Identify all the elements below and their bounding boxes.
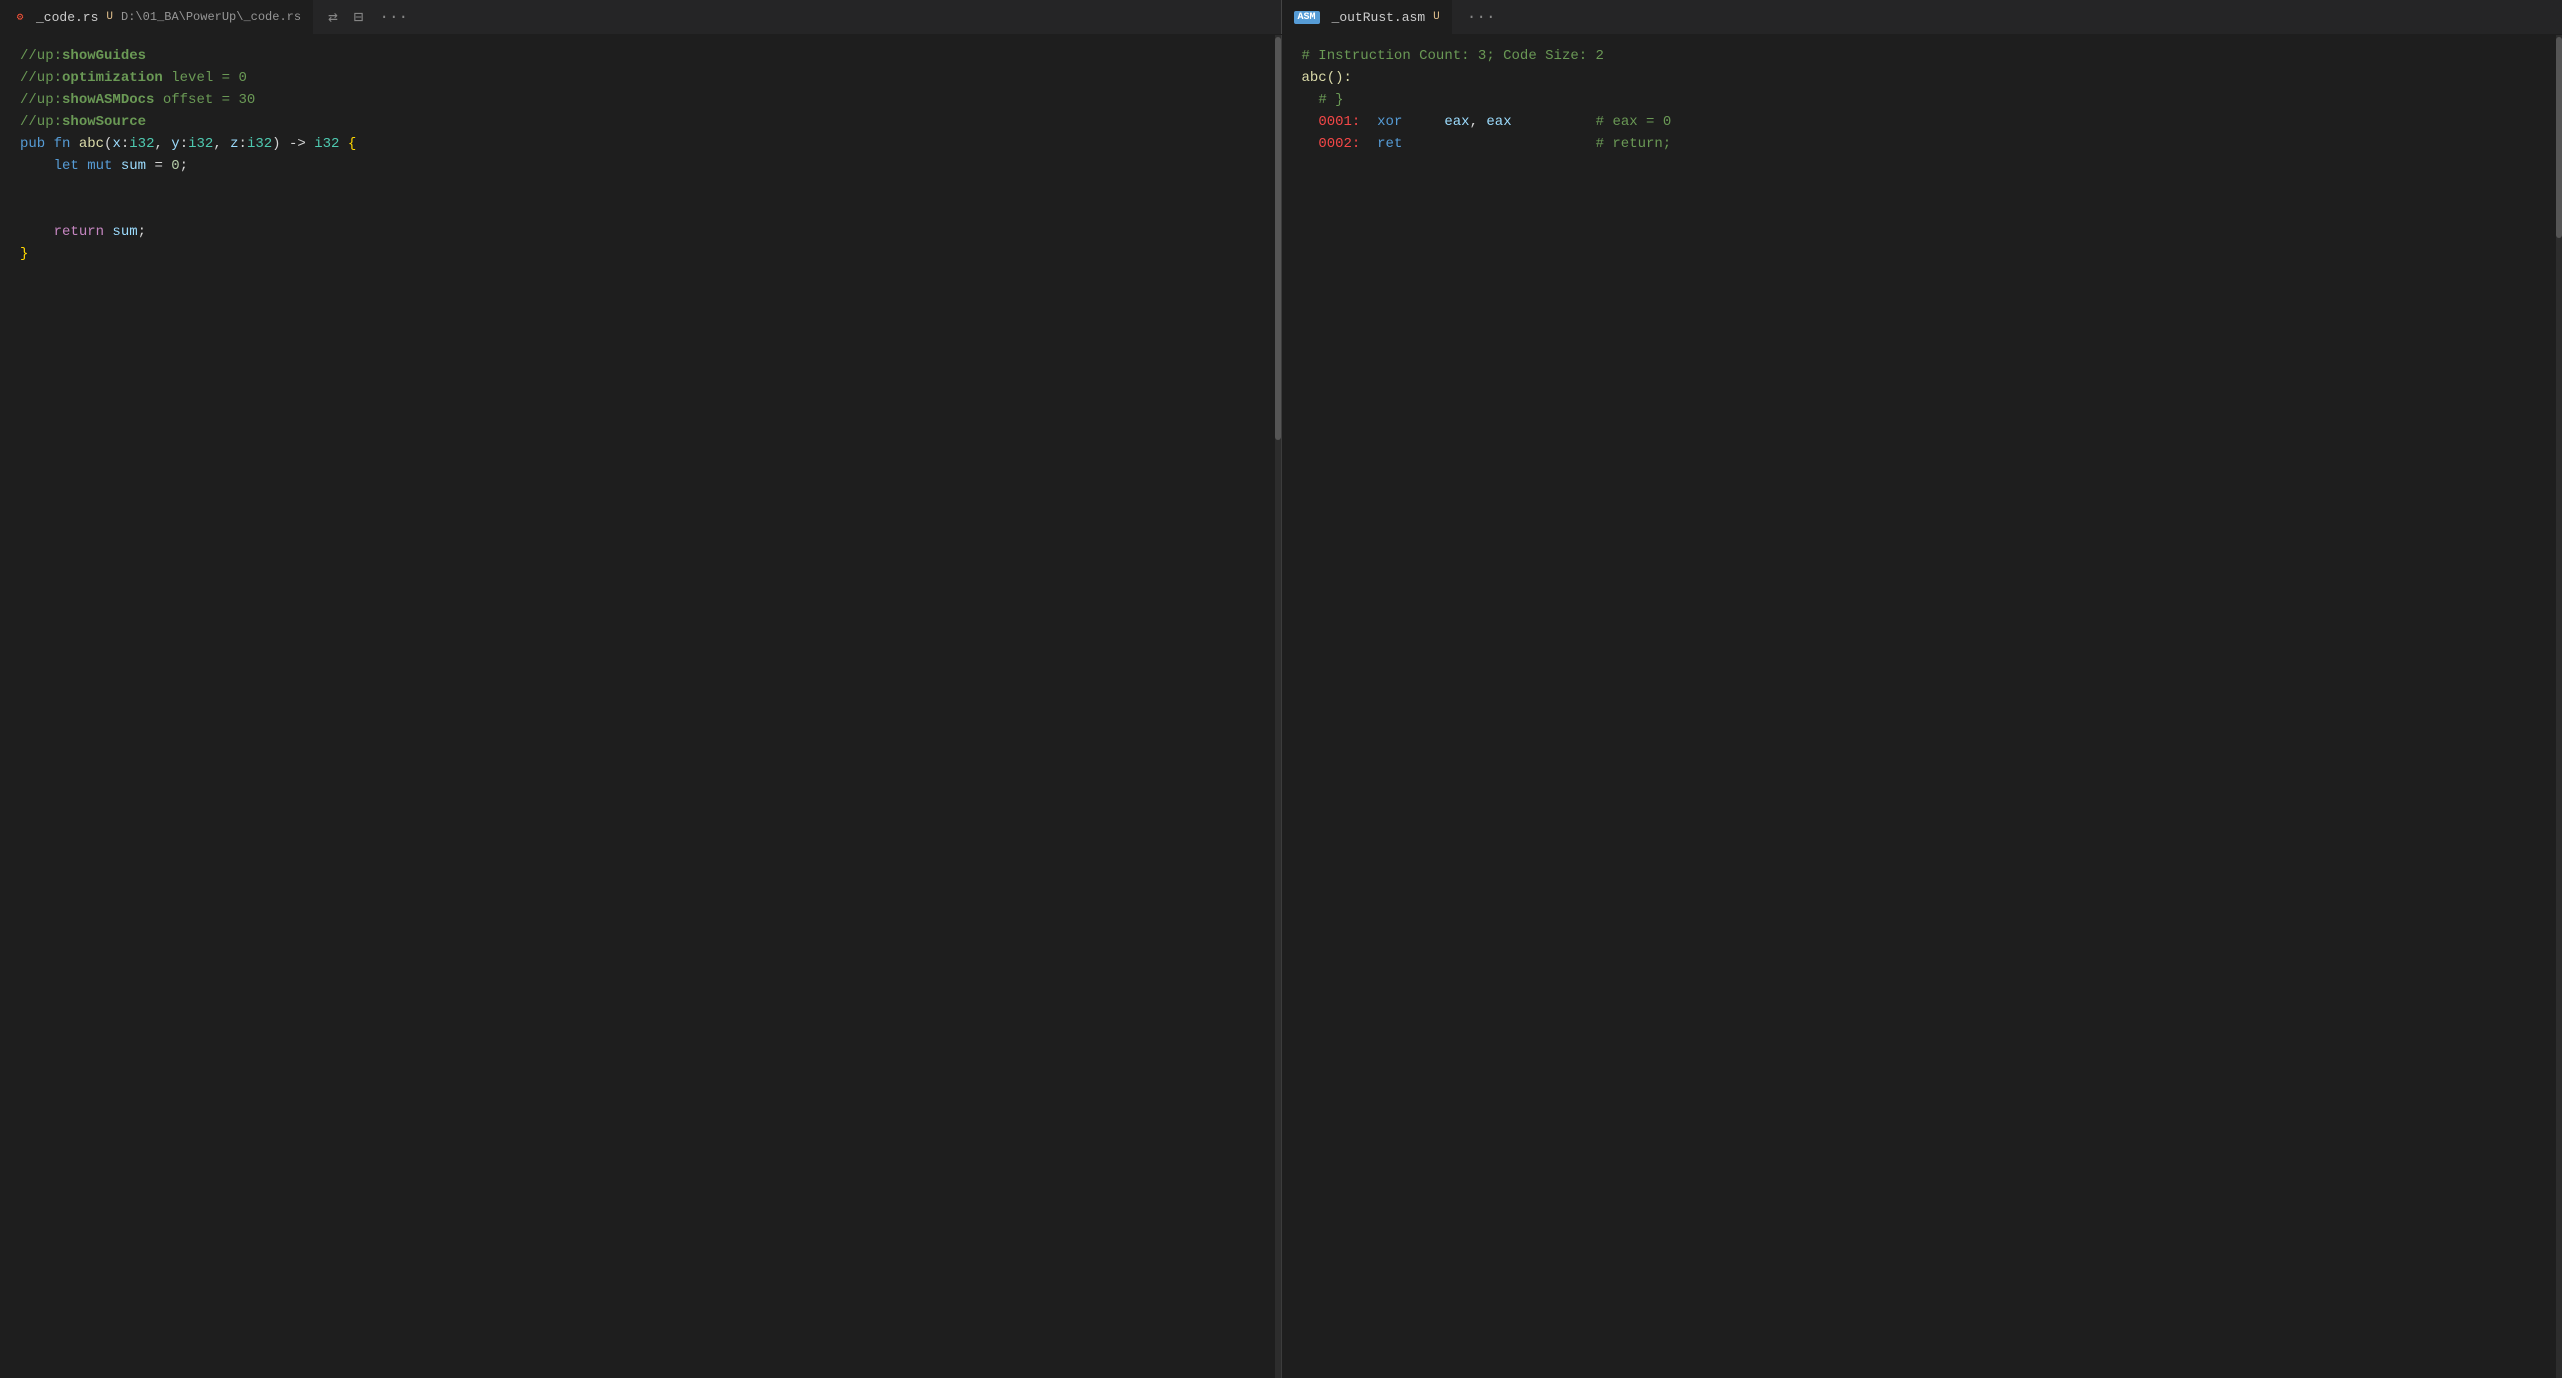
right-tab-filename: _outRust.asm — [1332, 10, 1426, 25]
code-line: pub fn abc(x:i32, y:i32, z:i32) -> i32 { — [0, 133, 1281, 155]
asm-token: # } — [1318, 89, 1343, 111]
asm-token — [1360, 133, 1377, 155]
code-token — [339, 133, 347, 155]
asm-token: 0002: — [1318, 133, 1360, 155]
sync-scroll-button[interactable]: ⇄ — [324, 5, 342, 29]
right-tab[interactable]: ASM _outRust.asm U — [1282, 0, 1453, 34]
code-token: fn — [54, 133, 79, 155]
left-tab[interactable]: ⚙ _code.rs U D:\01_BA\PowerUp\_code.rs — [0, 0, 314, 34]
asm-token: # eax = 0 — [1596, 111, 1672, 133]
code-token: ) -> — [272, 133, 314, 155]
right-scrollbar-thumb[interactable] — [2556, 37, 2562, 238]
code-token: = — [146, 155, 171, 177]
asm-code-line: # } — [1282, 89, 2562, 111]
asm-token: 0001: — [1318, 111, 1360, 133]
left-tab-filename: _code.rs — [36, 10, 98, 25]
asm-token: # return; — [1596, 133, 1672, 155]
right-editor-pane: # Instruction Count: 3; Code Size: 2 abc… — [1282, 35, 2562, 1378]
code-token: i32 — [129, 133, 154, 155]
asm-code-line: 0002: ret # return; — [1282, 133, 2562, 155]
asm-token: eax — [1444, 111, 1469, 133]
file-icon: ⚙ — [12, 9, 28, 25]
asm-token — [1402, 133, 1595, 155]
right-tab-group: ASM _outRust.asm U ··· — [1282, 0, 2562, 34]
scrollbar-track[interactable] — [1275, 35, 1281, 1378]
code-token: let — [54, 155, 88, 177]
code-line — [0, 177, 1281, 199]
code-token: sum — [121, 155, 146, 177]
left-editor-pane: //up:showGuides //up:optimization level … — [0, 35, 1282, 1378]
code-token: ; — [180, 155, 188, 177]
asm-token: abc(): — [1302, 67, 1352, 89]
more-actions-button-right[interactable]: ··· — [1463, 6, 1500, 28]
code-line: let mut sum = 0; — [0, 155, 1281, 177]
code-token: i32 — [188, 133, 213, 155]
code-token: 0 — [171, 155, 179, 177]
editors-row: //up:showGuides //up:optimization level … — [0, 35, 2562, 1378]
code-token: : — [180, 133, 188, 155]
scrollbar-thumb[interactable] — [1275, 37, 1281, 440]
code-token: { — [348, 133, 356, 155]
left-tab-path: D:\01_BA\PowerUp\_code.rs — [121, 10, 301, 24]
code-token: y — [171, 133, 179, 155]
asm-token — [1512, 111, 1596, 133]
left-code-area[interactable]: //up:showGuides //up:optimization level … — [0, 35, 1281, 1378]
code-token: : — [239, 133, 247, 155]
code-token: , — [213, 133, 230, 155]
code-token: //up:showSource — [20, 111, 146, 133]
code-line: return sum; — [0, 221, 1281, 243]
left-tab-modified: U — [106, 11, 113, 23]
asm-token — [1302, 89, 1319, 111]
code-token: //up:optimization level = 0 — [20, 67, 247, 89]
left-tab-actions: ⇄ ⊟ ··· — [314, 5, 422, 29]
asm-badge: ASM — [1294, 11, 1320, 24]
code-token — [20, 221, 54, 243]
code-token: return — [54, 221, 113, 243]
code-token: mut — [87, 155, 121, 177]
asm-token — [1360, 111, 1377, 133]
asm-token: xor — [1377, 111, 1402, 133]
code-line: //up:showSource — [0, 111, 1281, 133]
right-code-area[interactable]: # Instruction Count: 3; Code Size: 2 abc… — [1282, 35, 2562, 1378]
code-token: i32 — [247, 133, 272, 155]
tab-bar: ⚙ _code.rs U D:\01_BA\PowerUp\_code.rs ⇄… — [0, 0, 2562, 35]
code-token: //up:showASMDocs offset = 30 — [20, 89, 255, 111]
asm-code-line: 0001: xor eax, eax # eax = 0 — [1282, 111, 2562, 133]
asm-token: eax — [1486, 111, 1511, 133]
code-token: abc — [79, 133, 104, 155]
code-token — [20, 155, 54, 177]
code-line: //up:showASMDocs offset = 30 — [0, 89, 1281, 111]
code-line: } — [0, 243, 1281, 265]
code-line: //up:optimization level = 0 — [0, 67, 1281, 89]
editor-container: ⚙ _code.rs U D:\01_BA\PowerUp\_code.rs ⇄… — [0, 0, 2562, 1378]
code-token: , — [154, 133, 171, 155]
code-token: ( — [104, 133, 112, 155]
asm-code-line: # Instruction Count: 3; Code Size: 2 — [1282, 45, 2562, 67]
code-token: //up:showGuides — [20, 45, 146, 67]
asm-token: , — [1470, 111, 1487, 133]
code-token: ; — [138, 221, 146, 243]
asm-token: ret — [1377, 133, 1402, 155]
right-tab-modified: U — [1433, 11, 1440, 23]
code-token: x — [112, 133, 120, 155]
left-tab-group: ⚙ _code.rs U D:\01_BA\PowerUp\_code.rs ⇄… — [0, 0, 1281, 34]
right-scrollbar-track[interactable] — [2556, 35, 2562, 1378]
asm-token — [1302, 133, 1319, 155]
asm-token: # Instruction Count: 3; Code Size: 2 — [1302, 45, 1604, 67]
code-line — [0, 199, 1281, 221]
code-token: i32 — [314, 133, 339, 155]
code-token: : — [121, 133, 129, 155]
asm-token — [1302, 111, 1319, 133]
code-token: z — [230, 133, 238, 155]
asm-code-line: abc(): — [1282, 67, 2562, 89]
right-tab-actions: ··· — [1453, 6, 1510, 28]
code-token: pub — [20, 133, 54, 155]
code-token: sum — [112, 221, 137, 243]
split-editor-button[interactable]: ⊟ — [350, 5, 368, 29]
asm-token — [1402, 111, 1444, 133]
code-token: } — [20, 243, 28, 265]
more-actions-button-left[interactable]: ··· — [375, 6, 412, 28]
code-line: //up:showGuides — [0, 45, 1281, 67]
